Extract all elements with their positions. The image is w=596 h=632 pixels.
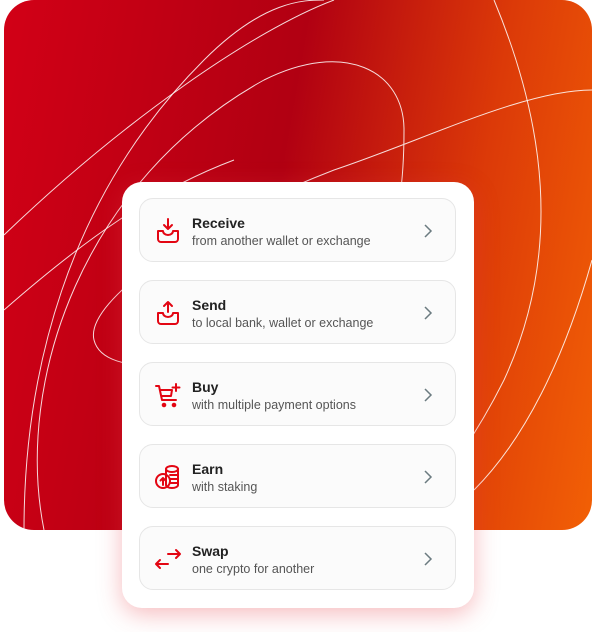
action-item-buy[interactable]: Buy with multiple payment options bbox=[139, 362, 456, 426]
chevron-right-icon bbox=[424, 224, 433, 238]
action-subtitle: one crypto for another bbox=[192, 562, 315, 576]
inbox-upload-icon bbox=[157, 301, 179, 325]
action-subtitle: with staking bbox=[192, 480, 258, 494]
chevron-right-icon bbox=[424, 388, 433, 402]
action-item-swap[interactable]: Swap one crypto for another bbox=[139, 526, 456, 590]
action-title: Swap bbox=[192, 543, 229, 559]
action-subtitle: from another wallet or exchange bbox=[192, 234, 371, 248]
chevron-right-icon bbox=[424, 552, 433, 566]
action-title: Receive bbox=[192, 215, 245, 231]
action-title: Earn bbox=[192, 461, 224, 477]
actions-card: Receive from another wallet or exchange … bbox=[122, 182, 474, 608]
action-item-earn[interactable]: Earn with staking bbox=[139, 444, 456, 508]
action-item-send[interactable]: Send to local bank, wallet or exchange bbox=[139, 280, 456, 344]
action-subtitle: with multiple payment options bbox=[192, 398, 356, 412]
action-item-receive[interactable]: Receive from another wallet or exchange bbox=[139, 198, 456, 262]
chevron-right-icon bbox=[424, 470, 433, 484]
cart-plus-icon bbox=[155, 383, 181, 408]
action-subtitle: to local bank, wallet or exchange bbox=[192, 316, 374, 330]
coins-stack-icon bbox=[155, 465, 179, 489]
swap-arrows-icon bbox=[155, 549, 181, 569]
chevron-right-icon bbox=[424, 306, 433, 320]
inbox-download-icon bbox=[157, 218, 179, 243]
action-title: Send bbox=[192, 297, 227, 313]
action-title: Buy bbox=[192, 379, 219, 395]
